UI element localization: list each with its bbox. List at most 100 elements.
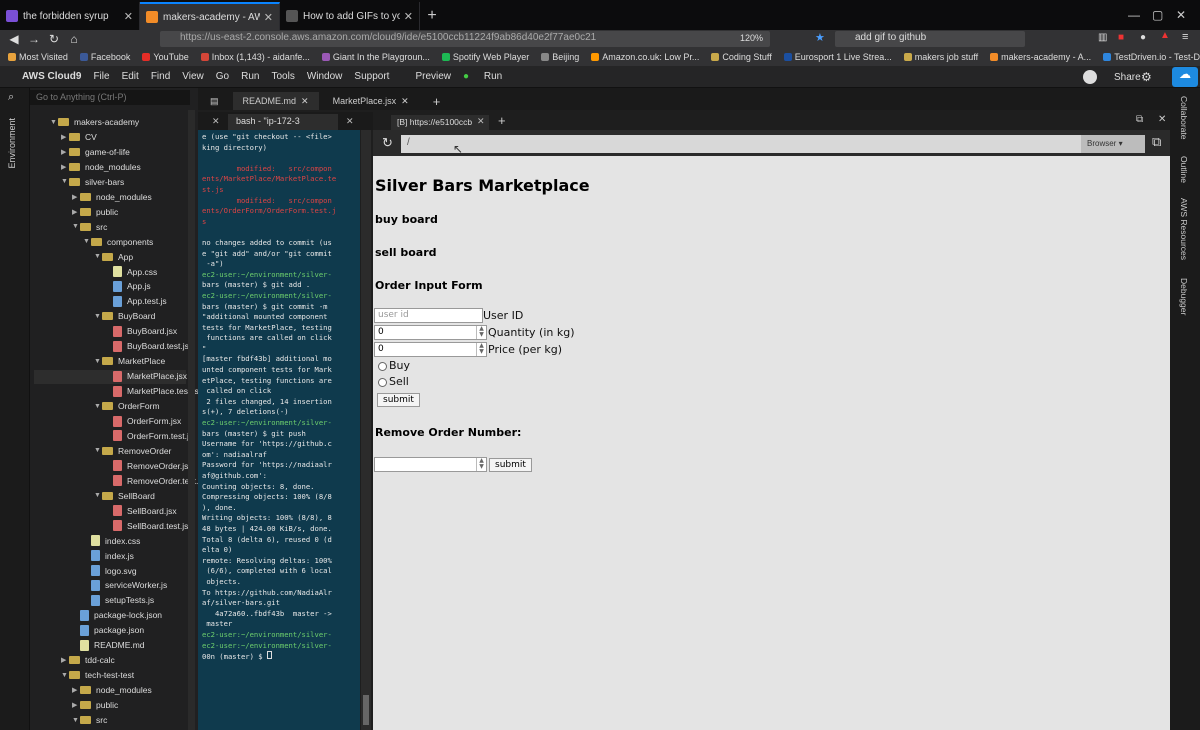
chevron-down-icon[interactable]: ▼: [72, 717, 80, 724]
preview-url-input[interactable]: /: [401, 135, 1081, 153]
bookmark-item[interactable]: Inbox (1,143) - aidanfe...: [200, 52, 310, 62]
menu-aws-cloud9[interactable]: AWS Cloud9: [22, 71, 81, 82]
chevron-right-icon[interactable]: ▶: [72, 208, 80, 216]
reload-icon[interactable]: ↻: [382, 135, 393, 151]
tree-file[interactable]: logo.svg: [83, 564, 137, 578]
tree-scrollbar[interactable]: [188, 110, 195, 730]
home-icon[interactable]: ⌂: [64, 32, 84, 46]
bookmark-item[interactable]: Spotify Web Player: [441, 52, 529, 62]
collaborate-tab[interactable]: Collaborate: [1179, 96, 1189, 139]
minimize-icon[interactable]: —: [1128, 8, 1140, 22]
new-tab-button[interactable]: +: [420, 2, 444, 30]
library-icon[interactable]: ▥: [1098, 32, 1107, 43]
tree-file[interactable]: App.css: [105, 265, 157, 279]
debugger-tab[interactable]: Debugger: [1179, 278, 1189, 315]
menu-file[interactable]: File: [93, 71, 109, 82]
chevron-right-icon[interactable]: ▶: [72, 686, 80, 694]
menu-window[interactable]: Window: [307, 71, 343, 82]
chevron-down-icon[interactable]: ▼: [83, 238, 91, 245]
chevron-down-icon[interactable]: ▼: [61, 178, 69, 185]
extension-icon[interactable]: ■: [1118, 32, 1124, 43]
tree-file[interactable]: package-lock.json: [72, 608, 162, 622]
close-window-icon[interactable]: ✕: [1176, 8, 1186, 22]
spinner-icon[interactable]: ▲ ▼: [476, 458, 486, 471]
user-id-input[interactable]: user id: [374, 308, 483, 323]
tree-folder[interactable]: ▶ game-of-life: [61, 145, 130, 159]
tree-file[interactable]: package.json: [72, 623, 144, 637]
bookmark-item[interactable]: Facebook: [79, 52, 130, 62]
chevron-down-icon[interactable]: ▼: [94, 253, 102, 260]
browser-select[interactable]: Browser ▾: [1081, 135, 1145, 153]
tree-file[interactable]: SellBoard.jsx: [105, 504, 177, 518]
chevron-right-icon[interactable]: ▶: [61, 133, 69, 141]
menu-find[interactable]: Find: [151, 71, 170, 82]
menu-run[interactable]: Run: [241, 71, 259, 82]
environment-tab[interactable]: Environment: [7, 118, 17, 169]
close-tab-icon[interactable]: ✕: [477, 116, 485, 127]
chevron-down-icon[interactable]: ▼: [94, 492, 102, 499]
tree-folder[interactable]: ▼ components: [83, 235, 153, 249]
tree-file[interactable]: BuyBoard.jsx: [105, 324, 177, 338]
tree-file[interactable]: index.js: [83, 549, 134, 563]
bookmark-item[interactable]: Amazon.co.uk: Low Pr...: [591, 52, 699, 62]
cloud9-icon[interactable]: ☁: [1172, 67, 1198, 87]
tree-folder[interactable]: ▼ SellBoard: [94, 489, 155, 503]
tab-readme[interactable]: README.md ✕: [232, 92, 319, 110]
tree-file[interactable]: MarketPlace.test.js: [105, 384, 199, 398]
terminal-scrollbar[interactable]: [361, 130, 371, 730]
close-tab-icon[interactable]: ✕: [212, 116, 220, 127]
tree-folder[interactable]: ▼ MarketPlace: [94, 354, 165, 368]
notification-icon[interactable]: ▲: [1160, 30, 1170, 41]
extension-icon[interactable]: ●: [1140, 32, 1146, 43]
reload-icon[interactable]: ↻: [44, 32, 64, 46]
close-tab-icon[interactable]: ✕: [264, 11, 273, 24]
bookmark-item[interactable]: makers-academy - A...: [990, 52, 1091, 62]
tree-folder[interactable]: ▶ public: [72, 698, 118, 712]
search-icon[interactable]: ⌕: [8, 91, 14, 104]
bookmark-item[interactable]: Beijing: [541, 52, 579, 62]
tree-file[interactable]: RemoveOrder.jsx: [105, 459, 193, 473]
chevron-down-icon[interactable]: ▼: [94, 447, 102, 454]
tree-file[interactable]: SellBoard.test.js: [105, 519, 188, 533]
add-tab-button[interactable]: +: [498, 113, 506, 128]
tree-file[interactable]: OrderForm.jsx: [105, 414, 181, 428]
preview-button[interactable]: Preview: [415, 71, 451, 82]
tree-file[interactable]: serviceWorker.js: [83, 578, 167, 592]
tree-folder[interactable]: ▼ src: [72, 220, 107, 234]
preview-tab[interactable]: [B] https://e5100ccb: [391, 115, 489, 130]
chevron-right-icon[interactable]: ▶: [72, 193, 80, 201]
outline-tab[interactable]: Outline: [1179, 156, 1189, 183]
menu-edit[interactable]: Edit: [122, 71, 139, 82]
tree-file[interactable]: OrderForm.test.js: [105, 429, 193, 443]
tree-file[interactable]: index.css: [83, 534, 140, 548]
tree-folder[interactable]: ▼ src: [72, 713, 107, 727]
spinner-icon[interactable]: ▲ ▼: [476, 326, 486, 339]
terminal-tab[interactable]: bash - "ip-172-3: [228, 114, 338, 130]
terminal-scroll-thumb[interactable]: [363, 695, 369, 725]
bookmark-item[interactable]: Coding Stuff: [711, 52, 772, 62]
sell-radio[interactable]: [378, 378, 387, 387]
chevron-down-icon[interactable]: ▼: [94, 313, 102, 320]
tree-folder[interactable]: ▶ public: [72, 205, 118, 219]
tree-folder[interactable]: ▶ node_modules: [72, 683, 152, 697]
goto-anything-input[interactable]: Go to Anything (Ctrl-P): [30, 90, 190, 105]
chevron-right-icon[interactable]: ▶: [61, 163, 69, 171]
tree-folder[interactable]: ▼ silver-bars: [61, 175, 124, 189]
chevron-right-icon[interactable]: ▶: [61, 148, 69, 156]
tree-file[interactable]: App.js: [105, 279, 151, 293]
run-button[interactable]: ● Run: [463, 71, 514, 82]
menu-view[interactable]: View: [182, 71, 204, 82]
chevron-down-icon[interactable]: ▼: [94, 358, 102, 365]
share-button[interactable]: Share: [1114, 72, 1141, 83]
close-pane-icon[interactable]: ✕: [1158, 114, 1166, 125]
close-tab-icon[interactable]: ✕: [301, 96, 309, 107]
bookmark-item[interactable]: Giant In the Playgroun...: [321, 52, 430, 62]
bookmark-star-icon[interactable]: ★: [815, 31, 825, 44]
browser-tab-active[interactable]: makers-academy - AWS Cloud9 ✕: [140, 2, 280, 30]
maximize-icon[interactable]: ▢: [1152, 8, 1163, 22]
search-bar[interactable]: add gif to github: [835, 31, 1025, 47]
spinner-icon[interactable]: ▲ ▼: [476, 343, 486, 356]
quantity-input[interactable]: 0 ▲ ▼: [374, 325, 487, 340]
browser-tab[interactable]: How to add GIFs to your GitHub ✕: [280, 2, 420, 30]
tree-file[interactable]: BuyBoard.test.js: [105, 339, 189, 353]
